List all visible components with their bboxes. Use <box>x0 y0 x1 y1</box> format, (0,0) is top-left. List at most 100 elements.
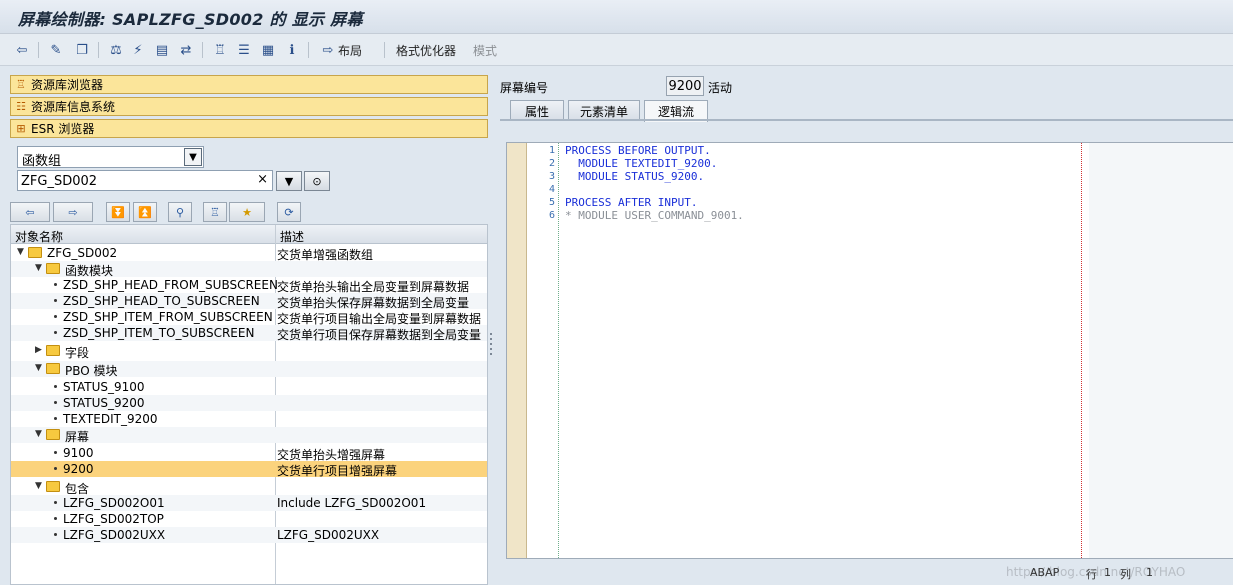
tree-row[interactable]: LZFG_SD002TOP <box>11 511 487 527</box>
back-icon[interactable]: ⇦ <box>12 40 32 60</box>
expanded-triangle-icon[interactable]: ▼ <box>35 429 42 439</box>
star-icon: ★ <box>242 205 252 219</box>
folder-open-icon <box>46 481 60 492</box>
layout-button[interactable]: 布局 <box>334 40 366 60</box>
hierarchy-icon[interactable]: ♖ <box>210 40 230 60</box>
folder-icon <box>46 345 60 356</box>
bullet-icon <box>54 451 57 454</box>
tree-node-description: 交货单行项目增强屏幕 <box>277 464 398 478</box>
editor-gutter <box>507 143 527 558</box>
screen-number-field: 9200 <box>666 76 704 96</box>
code-line-comment[interactable]: * MODULE USER_COMMAND_9001. <box>565 209 744 222</box>
flow-logic-editor[interactable]: 1 2 3 4 5 6 PROCESS BEFORE OUTPUT. MODUL… <box>506 142 1233 559</box>
tree-row[interactable]: ▼ ZFG_SD002 交货单增强函数组 <box>11 245 487 262</box>
hierarchy-button[interactable]: ♖ <box>203 202 227 222</box>
where-used-icon[interactable]: ⇄ <box>176 40 196 60</box>
display-change-icon[interactable]: ✎ <box>46 40 66 60</box>
esr-browser-button[interactable]: ⊞ ESR 浏览器 <box>10 119 488 138</box>
next-object-button[interactable]: ⇨ <box>53 202 93 222</box>
object-type-select[interactable]: 函数组 ▼ <box>17 146 204 169</box>
tree-row[interactable]: ▼ 函数模块 <box>11 261 487 278</box>
folder-open-icon <box>46 363 60 374</box>
tree-row[interactable]: TEXTEDIT_9200 <box>11 411 487 427</box>
tree-row[interactable]: ZSD_SHP_ITEM_TO_SUBSCREEN 交货单行项目保存屏幕数据到全… <box>11 325 487 342</box>
find-button[interactable]: ⚲ <box>168 202 192 222</box>
tree-row-selected[interactable]: 9200 交货单行项目增强屏幕 <box>11 461 487 478</box>
editor-status-bar: https://blog.csdn.net/ROYHAO ABAP 行 1 列 … <box>494 559 1233 585</box>
clear-icon[interactable]: × <box>257 172 268 187</box>
expand-button[interactable]: ⏬ <box>106 202 130 222</box>
tree-node-label: LZFG_SD002O01 <box>63 496 165 510</box>
collapse-button[interactable]: ⏫ <box>133 202 157 222</box>
tab-attributes[interactable]: 属性 <box>510 100 564 121</box>
tree-node-label: 9200 <box>63 462 94 476</box>
code-line[interactable]: MODULE TEXTEDIT_9200. <box>565 157 717 170</box>
activate-icon[interactable]: ⚡ <box>128 40 148 60</box>
toolbar-separator <box>308 42 309 58</box>
screen-status: 活动 <box>708 81 733 95</box>
refresh-button[interactable]: ⟳ <box>277 202 301 222</box>
display-object-list-icon[interactable]: ☰ <box>234 40 254 60</box>
info-icon[interactable]: ℹ <box>282 40 302 60</box>
grid-icon: ⊞ <box>16 122 26 135</box>
format-optimizer-button[interactable]: 格式优化器 <box>392 40 460 60</box>
code-line[interactable]: MODULE STATUS_9200. <box>565 170 704 183</box>
expanded-triangle-icon[interactable]: ▼ <box>35 363 42 373</box>
column-header-description: 描述 <box>280 230 305 244</box>
splitter-handle[interactable] <box>489 330 493 360</box>
check-icon[interactable]: ⚖ <box>106 40 126 60</box>
repository-info-system-button[interactable]: ☷ 资源库信息系统 <box>10 97 488 116</box>
collapsed-triangle-icon[interactable]: ▶ <box>35 345 42 355</box>
language-indicator: ABAP <box>1030 566 1060 579</box>
mode-button[interactable]: 模式 <box>469 40 501 60</box>
screen-painter-panel: 屏幕编号 9200 活动 属性 元素清单 逻辑流 1 2 3 4 5 6 PRO… <box>494 66 1233 585</box>
bullet-icon <box>54 533 57 536</box>
column-header-name: 对象名称 <box>15 230 64 244</box>
refresh-icon: ⟳ <box>284 205 294 219</box>
tree-row[interactable]: ZSD_SHP_HEAD_TO_SUBSCREEN 交货单抬头保存屏幕数据到全局… <box>11 293 487 310</box>
favorites-button[interactable]: ★ <box>229 202 265 222</box>
tree-row[interactable]: LZFG_SD002UXX LZFG_SD002UXX <box>11 527 487 543</box>
editor-overflow-area <box>1089 143 1233 558</box>
object-name-value: ZFG_SD002 <box>21 174 98 189</box>
element-list-icon[interactable]: ▦ <box>258 40 278 60</box>
object-type-value: 函数组 <box>22 154 62 169</box>
chevron-down-icon[interactable]: ▼ <box>184 148 202 166</box>
tree-row[interactable]: STATUS_9100 <box>11 379 487 395</box>
tree-row[interactable]: STATUS_9200 <box>11 395 487 411</box>
other-object-icon[interactable]: ❐ <box>72 40 92 60</box>
dropdown-button[interactable]: ▼ <box>276 171 302 191</box>
tree-node-label: PBO 模块 <box>65 364 118 378</box>
hierarchy-icon: ♖ <box>210 205 220 219</box>
tree-row[interactable]: ▼ PBO 模块 <box>11 361 487 378</box>
code-line[interactable]: PROCESS BEFORE OUTPUT. <box>565 144 711 157</box>
application-toolbar: ⇦ ✎ ❐ ⚖ ⚡ ▤ ⇄ ♖ ☰ ▦ ℹ ⇨ 布局 格式优化器 模式 <box>0 34 1233 66</box>
object-name-input[interactable]: ZFG_SD002 × <box>17 170 273 191</box>
binoculars-icon: ⚲ <box>175 205 185 219</box>
bullet-icon <box>54 401 57 404</box>
tree-node-label: TEXTEDIT_9200 <box>63 412 158 426</box>
tree-row[interactable]: ▼ 屏幕 <box>11 427 487 444</box>
tree-row[interactable]: ZSD_SHP_HEAD_FROM_SUBSCREEN 交货单抬头输出全局变量到… <box>11 277 487 294</box>
code-line[interactable]: PROCESS AFTER INPUT. <box>565 196 697 209</box>
tree-row[interactable]: ▼ 包含 <box>11 479 487 496</box>
repository-browser-button[interactable]: ♖ 资源库浏览器 <box>10 75 488 94</box>
tree-node-label: ZFG_SD002 <box>47 246 118 260</box>
tab-strip-line <box>500 119 1233 121</box>
tree-row[interactable]: ▶ 字段 <box>11 343 487 360</box>
display-button[interactable]: ⊙ <box>304 171 330 191</box>
triangle-down-icon: ▼ <box>284 174 294 188</box>
tree-row[interactable]: 9100 交货单抬头增强屏幕 <box>11 445 487 462</box>
expanded-triangle-icon[interactable]: ▼ <box>35 481 42 491</box>
tab-element-list[interactable]: 元素清单 <box>568 100 640 121</box>
test-icon[interactable]: ▤ <box>152 40 172 60</box>
previous-object-button[interactable]: ⇦ <box>10 202 50 222</box>
tree-row[interactable]: ZSD_SHP_ITEM_FROM_SUBSCREEN 交货单行项目输出全局变量… <box>11 309 487 326</box>
tree-node-description: Include LZFG_SD002O01 <box>277 496 427 510</box>
expanded-triangle-icon[interactable]: ▼ <box>17 247 24 257</box>
line-number: 5 <box>548 197 555 208</box>
tree-row[interactable]: LZFG_SD002O01 Include LZFG_SD002O01 <box>11 495 487 511</box>
tree-header: 对象名称 描述 <box>11 225 487 244</box>
bullet-icon <box>54 331 57 334</box>
expanded-triangle-icon[interactable]: ▼ <box>35 263 42 273</box>
